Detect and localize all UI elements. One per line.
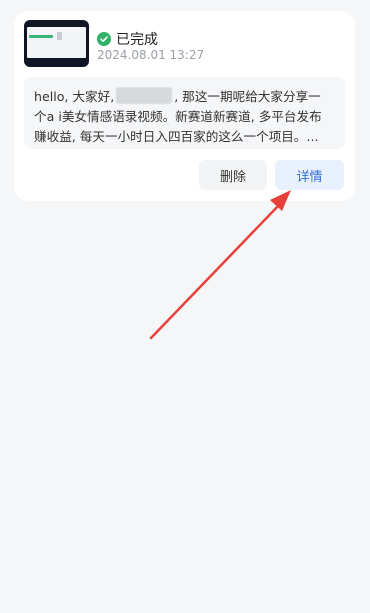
thumbnail-progress-line [29, 35, 53, 38]
description-line: 赚收益, 每天一小时日入四百家的这么一个项目。... [34, 129, 319, 144]
thumbnail-marker [57, 32, 62, 40]
status-text: 已完成 [116, 32, 158, 48]
redacted-name-blur [116, 87, 173, 104]
detail-button[interactable]: 详情 [275, 160, 344, 190]
description-text: , 那这一期呢给大家分享一 [174, 89, 321, 104]
check-circle-icon [97, 32, 111, 46]
description-line: hello, 大家好, , 那这一期呢给大家分享一 [34, 87, 335, 107]
delete-button[interactable]: 删除 [199, 160, 267, 190]
status-row: 已完成 [97, 29, 158, 49]
description-box: hello, 大家好, , 那这一期呢给大家分享一 个a i美女情感语录视频。新赛… [24, 77, 345, 149]
description-text: hello, 大家好, [34, 89, 115, 104]
timestamp: 2024.08.01 13:27 [97, 48, 205, 62]
page: 已完成 2024.08.01 13:27 hello, 大家好, , 那这一期呢给… [0, 0, 370, 613]
description-line: 个a i美女情感语录视频。新赛道新赛道, 多平台发布 [34, 109, 322, 124]
task-card: 已完成 2024.08.01 13:27 hello, 大家好, , 那这一期呢给… [14, 11, 355, 201]
video-thumbnail[interactable] [24, 20, 89, 67]
